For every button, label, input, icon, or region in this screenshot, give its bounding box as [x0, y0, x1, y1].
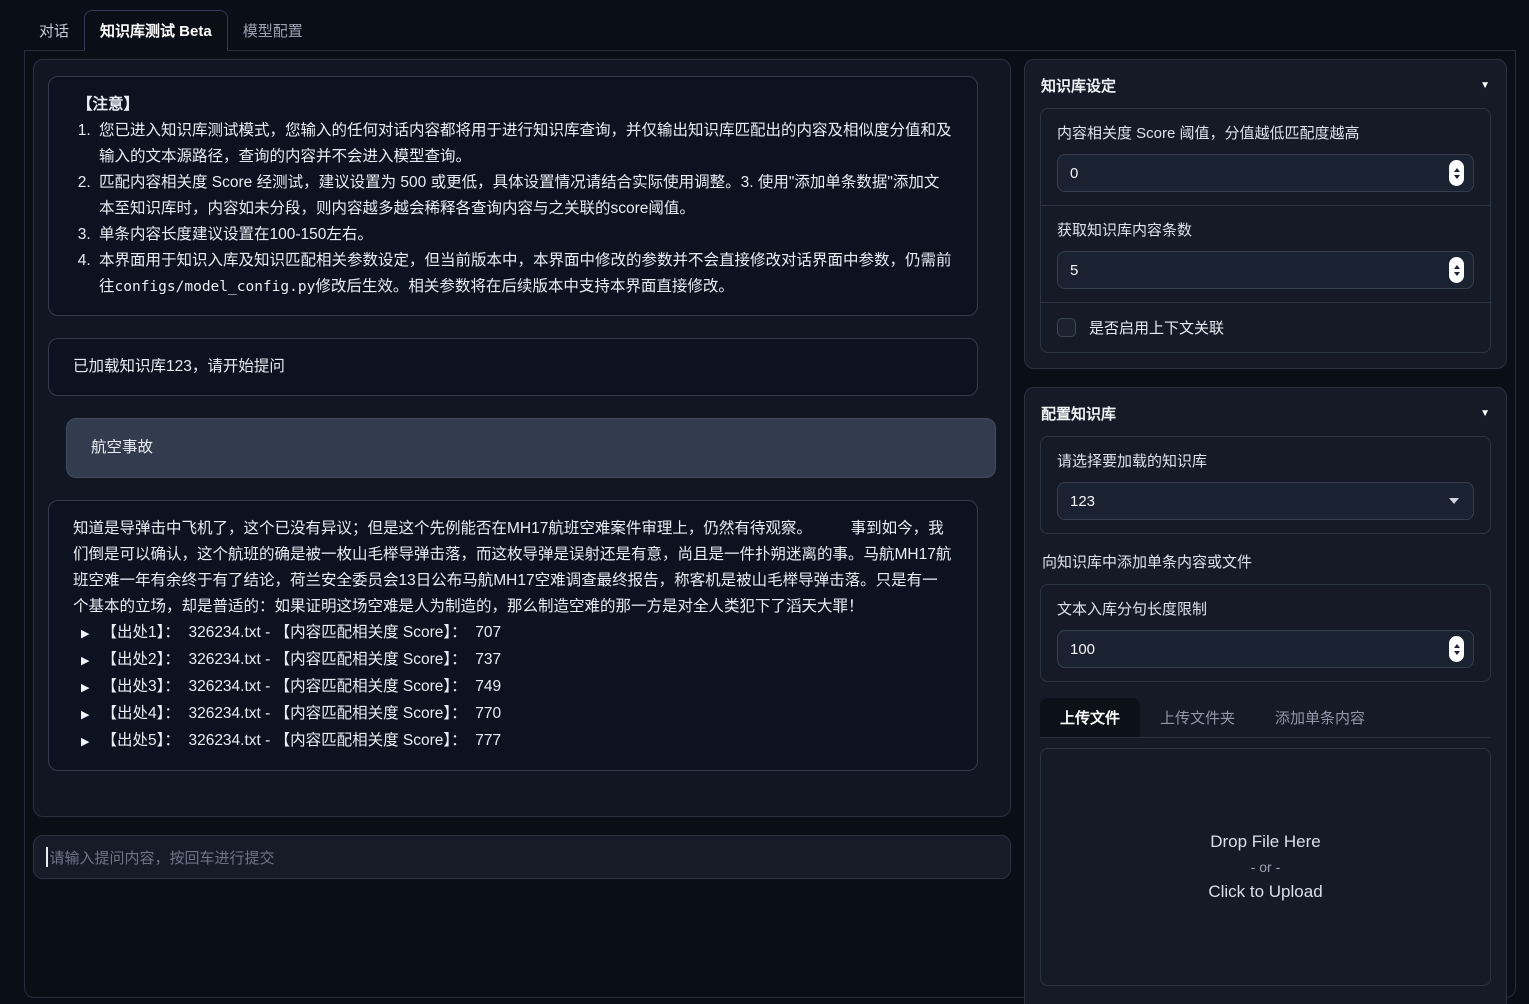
expand-arrow-icon: ▶ — [81, 675, 89, 701]
chatbot-area: 【注意】 您已进入知识库测试模式，您输入的任何对话内容都将用于进行知识库查询，并… — [33, 59, 1011, 817]
file-drop-zone[interactable]: Drop File Here - or - Click to Upload — [1040, 748, 1491, 986]
topk-input[interactable]: 5 — [1057, 251, 1474, 289]
score-threshold-input[interactable]: 0 — [1057, 154, 1474, 192]
question-input[interactable]: 请输入提问内容，按回车进行提交 — [33, 835, 1011, 879]
tab-model-config[interactable]: 模型配置 — [228, 11, 318, 50]
sentence-length-value: 100 — [1070, 641, 1095, 658]
text-cursor — [46, 847, 48, 867]
source-label: 【出处4】： 326234.txt - 【内容匹配相关度 Score】： 770 — [101, 701, 501, 727]
notice-item: 您已进入知识库测试模式，您输入的任何对话内容都将用于进行知识库查询，并仅输出知识… — [95, 118, 953, 170]
tab-kb-test[interactable]: 知识库测试 Beta — [84, 10, 228, 51]
expand-arrow-icon: ▶ — [81, 702, 89, 728]
number-spinner-icon[interactable] — [1449, 636, 1464, 662]
notice-message: 【注意】 您已进入知识库测试模式，您输入的任何对话内容都将用于进行知识库查询，并… — [48, 76, 978, 316]
kb-select-value: 123 — [1070, 493, 1095, 510]
context-link-label: 是否启用上下文关联 — [1089, 317, 1224, 338]
bot-answer-message: 知道是导弹击中飞机了，这个已没有异议；但是这个先例能否在MH17航班空难案件审理… — [48, 500, 978, 771]
drop-zone-line3: Click to Upload — [1208, 882, 1322, 902]
add-content-section-label: 向知识库中添加单条内容或文件 — [1042, 551, 1489, 572]
sentence-length-input[interactable]: 100 — [1057, 630, 1474, 668]
kb-test-panel: 【注意】 您已进入知识库测试模式，您输入的任何对话内容都将用于进行知识库查询，并… — [24, 51, 1516, 998]
score-threshold-value: 0 — [1070, 165, 1078, 182]
config-file-path: configs/model_config.py — [115, 279, 316, 295]
kb-settings-accordion-header[interactable]: 知识库设定 ▼ — [1040, 73, 1491, 96]
notice-item: 本界面用于知识入库及知识匹配相关参数设定，但当前版本中，本界面中修改的参数并不会… — [95, 248, 953, 300]
kb-select-dropdown[interactable]: 123 — [1057, 482, 1474, 520]
kb-config-accordion-header[interactable]: 配置知识库 ▼ — [1040, 401, 1491, 424]
kb-settings-form: 内容相关度 Score 阈值，分值越低匹配度越高 0 获取知识库内容条数 5 — [1040, 108, 1491, 353]
source-toggle-3[interactable]: ▶ 【出处3】： 326234.txt - 【内容匹配相关度 Score】： 74… — [73, 674, 953, 701]
source-toggle-4[interactable]: ▶ 【出处4】： 326234.txt - 【内容匹配相关度 Score】： 77… — [73, 701, 953, 728]
source-toggle-2[interactable]: ▶ 【出处2】： 326234.txt - 【内容匹配相关度 Score】： 73… — [73, 647, 953, 674]
bot-message-loaded: 已加载知识库123，请开始提问 — [48, 338, 978, 396]
notice-title: 【注意】 — [77, 92, 953, 118]
chat-column: 【注意】 您已进入知识库测试模式，您输入的任何对话内容都将用于进行知识库查询，并… — [33, 59, 1011, 989]
chevron-down-icon: ▼ — [1480, 80, 1490, 91]
sentence-length-label: 文本入库分句长度限制 — [1057, 598, 1474, 619]
expand-arrow-icon: ▶ — [81, 648, 89, 674]
kb-select-form: 请选择要加载的知识库 123 — [1040, 436, 1491, 534]
notice-item: 匹配内容相关度 Score 经测试，建议设置为 500 或更低，具体设置情况请结… — [95, 170, 953, 222]
topk-label: 获取知识库内容条数 — [1057, 219, 1474, 240]
source-label: 【出处3】： 326234.txt - 【内容匹配相关度 Score】： 749 — [101, 674, 501, 700]
tab-upload-folder[interactable]: 上传文件夹 — [1140, 698, 1255, 737]
main-tab-bar: 对话 知识库测试 Beta 模型配置 — [24, 10, 1516, 51]
upload-tab-bar: 上传文件 上传文件夹 添加单条内容 — [1040, 698, 1491, 738]
notice-list: 您已进入知识库测试模式，您输入的任何对话内容都将用于进行知识库查询，并仅输出知识… — [95, 118, 953, 300]
answer-text: 知道是导弹击中飞机了，这个已没有异议；但是这个先例能否在MH17航班空难案件审理… — [73, 516, 953, 620]
context-link-checkbox-row[interactable]: 是否启用上下文关联 — [1041, 302, 1490, 352]
checkbox-icon[interactable] — [1057, 318, 1076, 337]
source-toggle-5[interactable]: ▶ 【出处5】： 326234.txt - 【内容匹配相关度 Score】： 77… — [73, 728, 953, 755]
source-toggle-1[interactable]: ▶ 【出处1】： 326234.txt - 【内容匹配相关度 Score】： 70… — [73, 620, 953, 647]
kb-config-title: 配置知识库 — [1041, 403, 1116, 424]
number-spinner-icon[interactable] — [1449, 160, 1464, 186]
expand-arrow-icon: ▶ — [81, 729, 89, 755]
kb-settings-accordion: 知识库设定 ▼ 内容相关度 Score 阈值，分值越低匹配度越高 0 获取知识库… — [1024, 59, 1507, 369]
kb-select-label: 请选择要加载的知识库 — [1057, 450, 1474, 471]
drop-zone-line1: Drop File Here — [1210, 832, 1321, 852]
notice-item-text: 修改后生效。相关参数将在后续版本中支持本界面直接修改。 — [315, 278, 734, 295]
chevron-down-icon: ▼ — [1480, 408, 1490, 419]
user-message: 航空事故 — [66, 418, 996, 478]
number-spinner-icon[interactable] — [1449, 257, 1464, 283]
topk-field: 获取知识库内容条数 5 — [1041, 205, 1490, 302]
source-label: 【出处1】： 326234.txt - 【内容匹配相关度 Score】： 707 — [101, 620, 501, 646]
tab-dialog[interactable]: 对话 — [24, 11, 84, 50]
score-threshold-label: 内容相关度 Score 阈值，分值越低匹配度越高 — [1057, 122, 1474, 143]
topk-value: 5 — [1070, 262, 1078, 279]
question-input-placeholder: 请输入提问内容，按回车进行提交 — [50, 847, 275, 868]
settings-column: 知识库设定 ▼ 内容相关度 Score 阈值，分值越低匹配度越高 0 获取知识库… — [1024, 59, 1507, 989]
expand-arrow-icon: ▶ — [81, 621, 89, 647]
tab-upload-file[interactable]: 上传文件 — [1040, 698, 1140, 737]
kb-select-field: 请选择要加载的知识库 123 — [1041, 437, 1490, 533]
kb-config-accordion: 配置知识库 ▼ 请选择要加载的知识库 123 向知识库中添加单条内容或文件 文本… — [1024, 387, 1507, 1004]
tab-add-single-content[interactable]: 添加单条内容 — [1255, 698, 1385, 737]
kb-settings-title: 知识库设定 — [1041, 75, 1116, 96]
dropdown-caret-icon — [1449, 498, 1459, 504]
source-label: 【出处5】： 326234.txt - 【内容匹配相关度 Score】： 777 — [101, 728, 501, 754]
sentence-length-field: 文本入库分句长度限制 100 — [1041, 585, 1490, 681]
notice-item: 单条内容长度建议设置在100-150左右。 — [95, 222, 953, 248]
sentence-length-form: 文本入库分句长度限制 100 — [1040, 584, 1491, 682]
score-threshold-field: 内容相关度 Score 阈值，分值越低匹配度越高 0 — [1041, 109, 1490, 205]
source-label: 【出处2】： 326234.txt - 【内容匹配相关度 Score】： 737 — [101, 647, 501, 673]
drop-zone-line2: - or - — [1251, 859, 1281, 875]
